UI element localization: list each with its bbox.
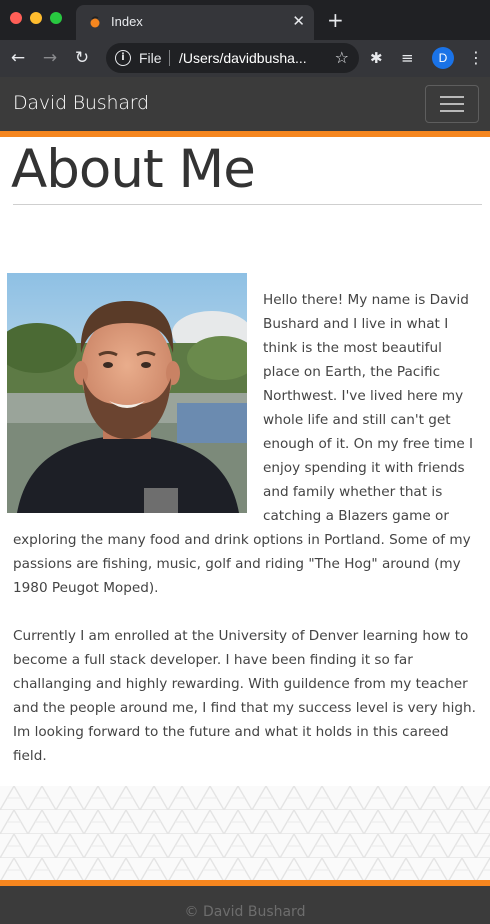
profile-avatar[interactable]: D [432,47,454,69]
reload-icon[interactable]: ↻ [70,46,94,70]
brand-link[interactable]: David Bushard [13,92,149,114]
maximize-window-button[interactable] [50,12,62,24]
new-tab-icon[interactable]: + [327,8,344,32]
address-divider [169,50,170,66]
page-title: About Me [11,139,256,200]
site-footer: © David Bushard [0,886,490,924]
hamburger-menu-button[interactable] [425,85,479,123]
tab-title: Index [111,14,143,29]
about-content: Hello there! My name is David Bushard an… [7,273,478,792]
browser-tab-bar: Index ✕ + [0,0,490,40]
browser-tab[interactable]: Index ✕ [76,5,314,40]
education-paragraph: Currently I am enrolled at the Universit… [13,628,476,764]
url-text[interactable]: /Users/davidbusha... [179,50,307,66]
copyright-text: © David Bushard [184,904,306,920]
forward-icon[interactable]: → [38,46,62,70]
scheme-label: File [139,50,162,66]
hamburger-icon [440,96,464,98]
decorative-pattern [0,786,490,882]
browser-menu-icon[interactable]: ⋮ [468,47,484,69]
info-icon[interactable]: i [115,50,131,66]
address-bar[interactable]: i File /Users/davidbusha... ☆ [106,43,359,73]
site-navbar: David Bushard [0,77,490,131]
extensions-icon[interactable]: ✱ [370,48,383,68]
media-controls-icon[interactable]: ≡ [401,48,414,68]
profile-photo [7,273,247,513]
minimize-window-button[interactable] [30,12,42,24]
hamburger-icon-line [440,110,464,112]
header-accent-bar [0,131,490,137]
title-divider [13,204,482,205]
back-icon[interactable]: ← [6,46,30,70]
close-tab-icon[interactable]: ✕ [292,11,305,31]
hamburger-icon-line [440,103,464,105]
favicon-icon [90,16,100,28]
bookmark-star-icon[interactable]: ☆ [335,48,349,68]
close-window-button[interactable] [10,12,22,24]
browser-toolbar: ← → ↻ i File /Users/davidbusha... ☆ ✱ ≡ … [0,40,490,77]
